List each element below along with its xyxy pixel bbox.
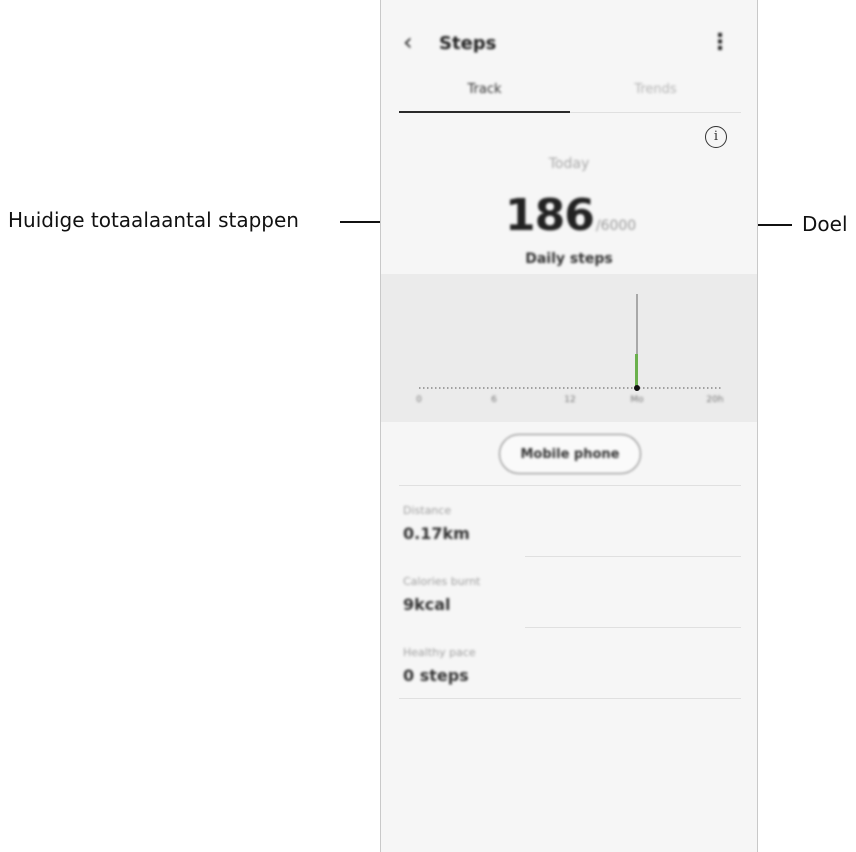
steps-chart: 0 6 12 Mo 20h	[381, 274, 757, 422]
distance-value: 0.17km	[403, 524, 470, 543]
phone-screen: ‹ Steps ⋮ Track Trends i Today 186/6000 …	[380, 0, 758, 852]
goal-callout: Doel	[802, 212, 848, 236]
more-vert-icon[interactable]: ⋮	[709, 30, 731, 55]
current-point	[634, 385, 640, 391]
chevron-left-icon[interactable]: ‹	[403, 28, 413, 56]
steps-bar	[635, 354, 638, 388]
healthy-pace-value: 0 steps	[403, 666, 469, 685]
source-device-button[interactable]: Mobile phone	[499, 434, 641, 474]
divider	[525, 556, 741, 557]
steps-goal: /6000	[595, 218, 637, 234]
healthy-pace-label: Healthy pace	[403, 646, 476, 659]
divider	[399, 698, 741, 699]
daily-steps-label: Daily steps	[525, 251, 613, 267]
divider	[399, 485, 741, 486]
x-tick-label: Mo	[630, 395, 644, 405]
page-title: Steps	[439, 33, 497, 54]
info-icon[interactable]: i	[705, 126, 727, 148]
distance-label: Distance	[403, 504, 452, 517]
steps-chart-svg: 0 6 12 Mo 20h	[416, 294, 724, 405]
calories-label: Calories burnt	[403, 575, 481, 588]
steps-summary: 186/6000	[505, 190, 636, 241]
x-tick-label: 6	[491, 395, 497, 405]
period-label: Today	[548, 156, 590, 172]
x-tick-label: 12	[564, 395, 575, 405]
tab-trends[interactable]: Trends	[570, 82, 741, 97]
x-tick-label: 0	[416, 395, 422, 405]
active-tab-indicator	[399, 111, 570, 113]
calories-value: 9kcal	[403, 595, 451, 614]
tab-bar: Track Trends	[399, 76, 741, 113]
app-bar: ‹ Steps ⋮	[381, 18, 757, 70]
divider	[525, 627, 741, 628]
current-total-callout: Huidige totaalaantal stappen	[8, 208, 299, 232]
x-tick-label: 20h	[706, 395, 723, 405]
steps-count: 186	[505, 190, 595, 241]
tab-track[interactable]: Track	[399, 82, 570, 97]
